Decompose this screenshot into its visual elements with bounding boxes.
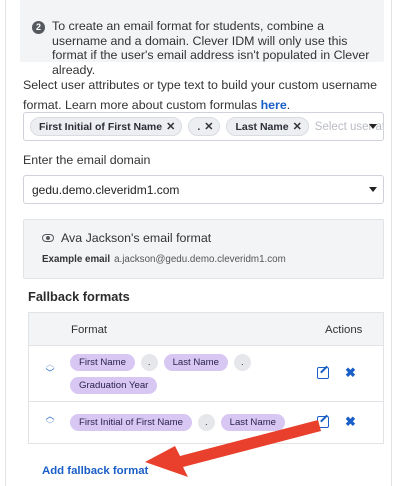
- formulas-help-link[interactable]: here: [261, 98, 287, 112]
- table-header: Format Actions: [29, 313, 383, 346]
- tag-label: .: [197, 120, 201, 133]
- remove-tag-icon[interactable]: ✕: [166, 120, 175, 133]
- preview-title-text: Ava Jackson's email format: [61, 231, 212, 245]
- domain-value: gedu.demo.cleveridm1.com: [32, 183, 180, 197]
- format-chip: First Name: [70, 354, 135, 371]
- example-value: a.jackson@gedu.demo.cleveridm1.com: [114, 254, 286, 265]
- table-row: ︿ ﹀ First Initial of First Name . Last N…: [29, 402, 383, 443]
- format-chip: .: [233, 354, 251, 371]
- column-actions: Actions: [325, 324, 363, 336]
- tag-label: First Initial of First Name: [39, 120, 163, 133]
- format-chip: .: [197, 414, 215, 431]
- delete-icon[interactable]: ✖: [345, 415, 356, 428]
- format-chip: Last Name: [220, 414, 286, 431]
- delete-icon[interactable]: ✖: [345, 366, 356, 379]
- example-label: Example email: [42, 254, 111, 265]
- format-tag: . ✕: [188, 117, 221, 136]
- email-preview: Ava Jackson's email format Example email…: [23, 219, 384, 279]
- example-email: Example email a.jackson@gedu.demo.cleveri…: [42, 254, 286, 265]
- info-text: To create an email format for students, …: [52, 19, 370, 77]
- format-chips: First Name . Last Name . Graduation Year: [70, 354, 310, 394]
- username-format-select[interactable]: First Initial of First Name ✕ . ✕ Last Nam…: [23, 112, 384, 141]
- remove-tag-icon[interactable]: ✕: [204, 120, 213, 133]
- instructions-tail: .: [286, 98, 291, 112]
- column-format: Format: [71, 324, 108, 336]
- instructions-text: Select user attributes or type text to b…: [23, 78, 377, 112]
- move-down-icon[interactable]: ﹀: [44, 369, 56, 378]
- add-fallback-format-link[interactable]: Add fallback format: [42, 465, 148, 477]
- fallback-title: Fallback formats: [28, 289, 130, 304]
- fallback-table: Format Actions ︿ ﹀ First Name . Last Nam…: [28, 312, 384, 444]
- preview-title: Ava Jackson's email format: [42, 231, 211, 245]
- tag-label: Last Name: [235, 120, 289, 133]
- move-down-icon[interactable]: ﹀: [44, 421, 56, 430]
- edit-icon[interactable]: [317, 367, 329, 379]
- format-chip: Graduation Year: [70, 377, 158, 394]
- format-tag: First Initial of First Name ✕: [30, 117, 183, 136]
- step-number-icon: 2: [32, 21, 45, 34]
- eye-icon: [42, 234, 54, 242]
- remove-tag-icon[interactable]: ✕: [293, 120, 302, 133]
- username-instructions: Select user attributes or type text to b…: [23, 75, 383, 115]
- table-row: ︿ ﹀ First Name . Last Name . Graduation …: [29, 346, 383, 402]
- format-chip: Last Name: [163, 354, 228, 371]
- edit-icon[interactable]: [317, 416, 329, 428]
- reorder-arrows: ︿ ﹀: [44, 412, 56, 430]
- reorder-arrows: ︿ ﹀: [44, 360, 56, 378]
- email-domain-select[interactable]: gedu.demo.cleveridm1.com: [23, 175, 384, 204]
- info-box: 2 To create an email format for students…: [20, 0, 384, 77]
- format-chip: First Initial of First Name: [70, 414, 192, 431]
- format-tag: Last Name ✕: [226, 117, 309, 136]
- format-chip: .: [140, 354, 158, 371]
- email-format-panel: 2 To create an email format for students…: [5, 0, 392, 486]
- dropdown-caret-icon[interactable]: [369, 124, 377, 129]
- dropdown-caret-icon[interactable]: [369, 187, 377, 192]
- domain-label: Enter the email domain: [23, 153, 151, 167]
